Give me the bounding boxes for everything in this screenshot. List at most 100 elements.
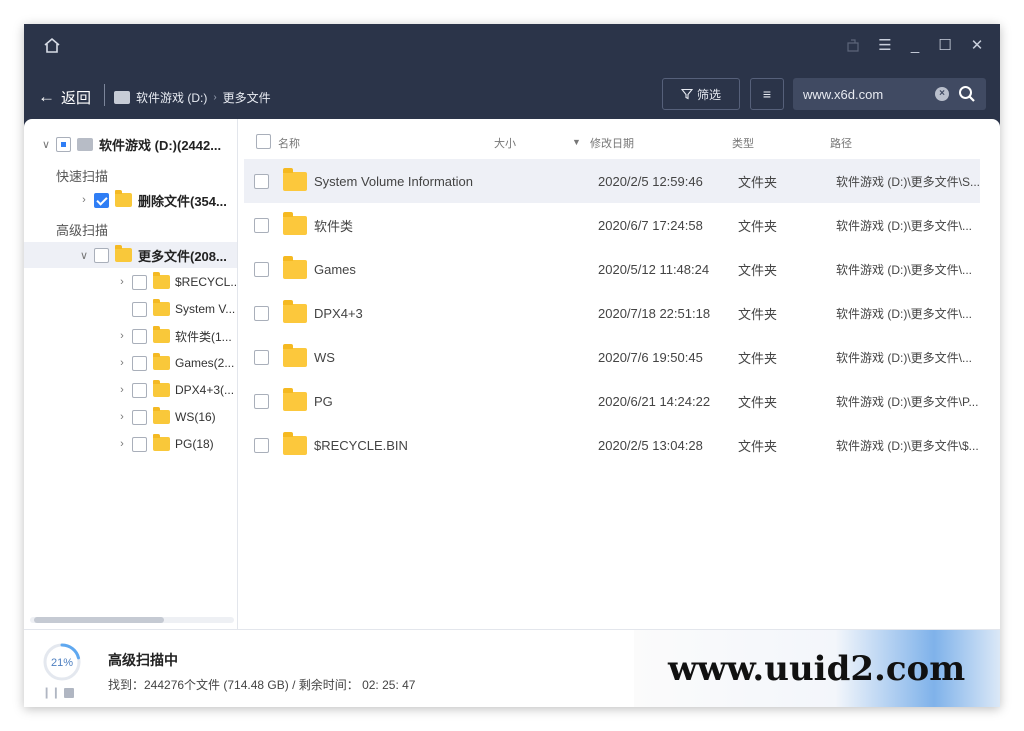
row-checkbox[interactable] [254, 349, 269, 365]
view-menu-button[interactable]: ≡ [750, 78, 784, 110]
tree-item-label: WS(16) [175, 410, 216, 424]
restore-icon[interactable] [842, 36, 864, 56]
folder-icon [283, 387, 307, 411]
tree-item-ws[interactable]: › WS(16) [116, 404, 216, 430]
table-row[interactable]: DPX4+3 2020/7/18 22:51:18 文件夹 软件游戏 (D:)\… [244, 291, 980, 335]
filter-icon [680, 88, 693, 100]
file-name: 软件类 [314, 218, 354, 234]
back-button[interactable]: ← 返回 [38, 82, 91, 112]
table-row[interactable]: Games 2020/5/12 11:48:24 文件夹 软件游戏 (D:)\更… [244, 247, 980, 291]
file-modified: 2020/2/5 13:04:28 [598, 437, 703, 453]
file-type: 文件夹 [738, 306, 778, 322]
tree-checkbox[interactable] [132, 436, 147, 452]
table-row[interactable]: PG 2020/6/21 14:24:22 文件夹 软件游戏 (D:)\更多文件… [244, 379, 980, 423]
root-checkbox[interactable] [56, 136, 71, 152]
folder-icon [283, 299, 307, 323]
folder-icon [283, 211, 307, 235]
table-row[interactable]: WS 2020/7/6 19:50:45 文件夹 软件游戏 (D:)\更多文件\… [244, 335, 980, 379]
file-name: WS [314, 349, 335, 365]
tree-item-more-files[interactable]: ∨ 更多文件(208... [24, 242, 237, 268]
table-row[interactable]: 软件类 2020/6/7 17:24:58 文件夹 软件游戏 (D:)\更多文件… [244, 203, 980, 247]
file-type: 文件夹 [738, 262, 778, 278]
row-checkbox[interactable] [254, 261, 269, 277]
chevron-right-icon[interactable]: › [116, 411, 128, 423]
file-name: PG [314, 393, 333, 409]
file-type: 文件夹 [738, 438, 778, 454]
file-name: DPX4+3 [314, 305, 363, 321]
breadcrumb-drive[interactable]: 软件游戏 (D:) [136, 89, 207, 106]
tree-item-games[interactable]: › Games(2... [116, 350, 234, 376]
column-header-path[interactable]: 路径 [830, 135, 852, 151]
row-checkbox[interactable] [254, 217, 269, 233]
tree-item-label: 更多文件(208... [138, 248, 227, 264]
search-input[interactable] [803, 78, 923, 110]
pause-icon[interactable]: ❙❙ [42, 686, 60, 699]
title-bar: ☰ _ ☐ ✕ [24, 24, 1000, 68]
tree-item-label: Games(2... [175, 356, 235, 370]
tree-item-dpx[interactable]: › DPX4+3(... [116, 377, 234, 403]
chevron-down-icon[interactable]: ∨ [78, 249, 90, 262]
row-checkbox[interactable] [254, 393, 269, 409]
drive-icon [77, 137, 93, 151]
menu-icon[interactable]: ☰ [874, 36, 896, 56]
select-all-checkbox[interactable] [256, 134, 271, 149]
column-header-name[interactable]: 名称 [278, 135, 300, 151]
scan-title: 高级扫描中 [108, 652, 178, 668]
more-files-checkbox[interactable] [94, 247, 109, 263]
breadcrumb: 软件游戏 (D:) › 更多文件 [114, 82, 271, 112]
search-box: × [793, 78, 986, 110]
minimize-icon[interactable]: _ [904, 36, 926, 56]
tree-item-pg[interactable]: › PG(18) [116, 431, 214, 457]
folder-icon [153, 353, 170, 370]
chevron-right-icon[interactable]: › [116, 384, 128, 396]
file-modified: 2020/6/21 14:24:22 [598, 393, 711, 409]
chevron-right-icon[interactable]: › [116, 276, 128, 288]
clear-icon[interactable]: × [935, 87, 949, 101]
row-checkbox[interactable] [254, 305, 269, 321]
chevron-right-icon[interactable]: › [116, 438, 128, 450]
filter-label: 筛选 [696, 87, 721, 102]
scrollbar-thumb[interactable] [34, 617, 164, 623]
tree-root-label: 软件游戏 (D:)(2442... [99, 137, 222, 153]
chevron-right-icon[interactable]: › [116, 357, 128, 369]
maximize-icon[interactable]: ☐ [934, 36, 956, 56]
deleted-checkbox[interactable] [94, 192, 109, 208]
folder-icon [283, 255, 307, 279]
sort-desc-icon[interactable]: ▼ [572, 137, 581, 147]
tree-checkbox[interactable] [132, 274, 147, 290]
search-icon[interactable] [958, 85, 976, 103]
file-path: 软件游戏 (D:)\更多文件\$... [836, 438, 979, 453]
tree-item-recycle[interactable]: › $RECYCL... [116, 269, 240, 295]
row-checkbox[interactable] [254, 437, 269, 453]
tree-item-system-volume[interactable]: System V... [132, 296, 235, 322]
chevron-right-icon[interactable]: › [78, 194, 90, 206]
folder-tree: ∨ 软件游戏 (D:)(2442... 快速扫描 › 删除文件(354... 高… [24, 119, 240, 629]
filter-button[interactable]: 筛选 [662, 78, 740, 110]
watermark-banner: www.uuid2.com [634, 630, 1000, 707]
breadcrumb-folder[interactable]: 更多文件 [223, 89, 271, 106]
chevron-right-icon[interactable]: › [116, 330, 128, 342]
row-checkbox[interactable] [254, 173, 269, 189]
horizontal-scrollbar[interactable] [30, 617, 234, 623]
tree-root[interactable]: ∨ 软件游戏 (D:)(2442... [40, 131, 221, 157]
tree-item-software[interactable]: › 软件类(1... [116, 323, 232, 349]
column-header-modified[interactable]: 修改日期 [590, 135, 634, 151]
tree-checkbox[interactable] [132, 328, 147, 344]
close-icon[interactable]: ✕ [966, 36, 988, 56]
scan-status-bar: 21% ❙❙ 高级扫描中 找到：244276个文件 (714.48 GB) / … [24, 629, 1000, 707]
column-header-size[interactable]: 大小 [494, 135, 516, 151]
table-row[interactable]: System Volume Information 2020/2/5 12:59… [244, 159, 980, 203]
tree-checkbox[interactable] [132, 301, 147, 317]
folder-icon [153, 326, 170, 343]
tree-item-label: PG(18) [175, 437, 214, 451]
tree-checkbox[interactable] [132, 382, 147, 398]
tree-item-deleted[interactable]: › 删除文件(354... [78, 187, 227, 213]
table-row[interactable]: $RECYCLE.BIN 2020/2/5 13:04:28 文件夹 软件游戏 … [244, 423, 980, 467]
stop-icon[interactable] [64, 688, 75, 698]
chevron-down-icon[interactable]: ∨ [40, 138, 52, 151]
tree-checkbox[interactable] [132, 409, 147, 425]
home-icon[interactable] [42, 36, 62, 56]
tree-item-label: System V... [175, 302, 236, 316]
column-header-type[interactable]: 类型 [732, 135, 754, 151]
tree-checkbox[interactable] [132, 355, 147, 371]
